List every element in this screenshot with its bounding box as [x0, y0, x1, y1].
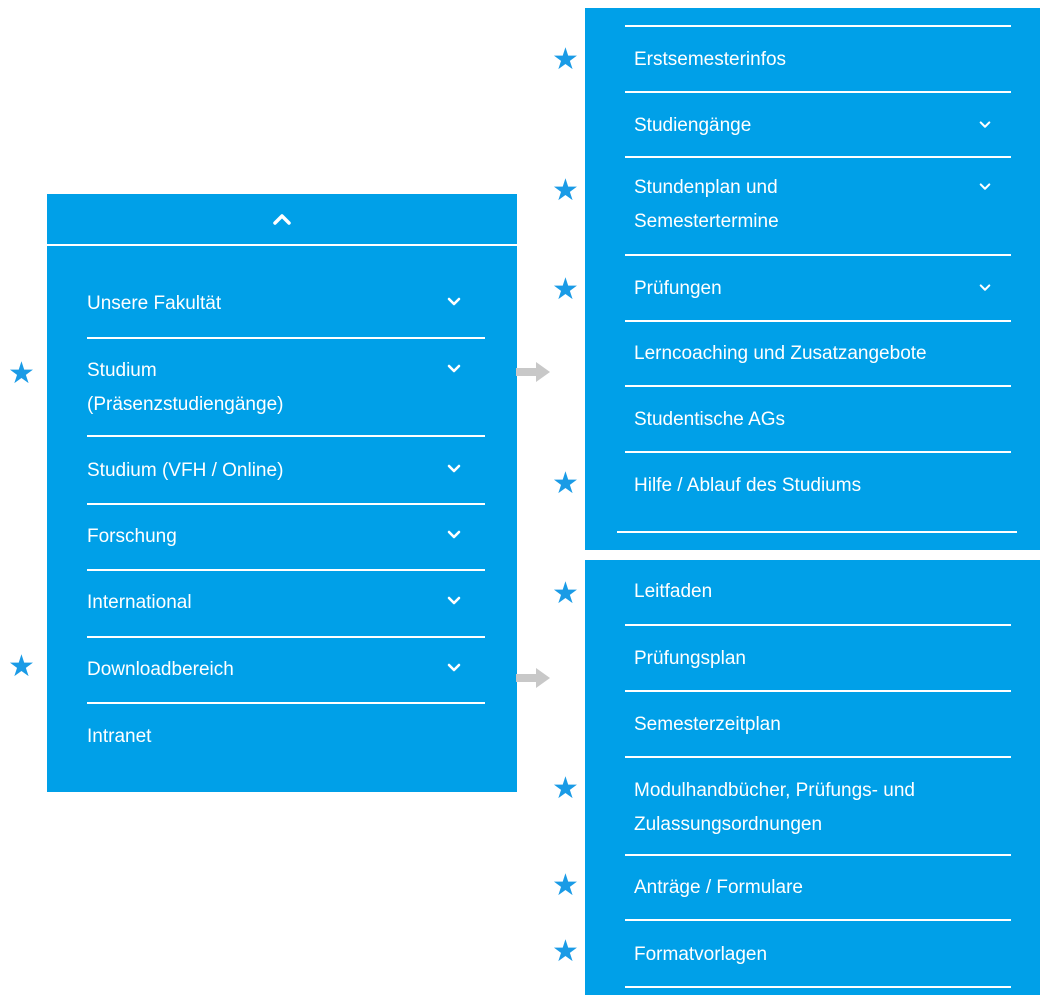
- studium-submenu-panel: Erstsemesterinfos Studiengänge Stundenpl…: [585, 8, 1040, 550]
- menu-item-label: Intranet: [87, 726, 152, 747]
- menu-item-unsere-fakultaet[interactable]: Unsere Fakultät: [87, 287, 487, 321]
- menu-item-label: Studium: [87, 360, 157, 381]
- submenu-item-label: Formatvorlagen: [634, 944, 768, 965]
- star-icon: ★: [552, 173, 579, 208]
- menu-divider: [617, 531, 1017, 533]
- submenu-item-label-line2: Zulassungsordnungen: [634, 814, 823, 835]
- star-icon: ★: [8, 356, 35, 391]
- submenu-item-formatvorlagen[interactable]: Formatvorlagen: [634, 938, 1004, 972]
- chevron-down-icon[interactable]: [447, 462, 461, 476]
- submenu-item-stundenplan[interactable]: Stundenplan und Semestertermine: [634, 171, 1004, 239]
- menu-item-international[interactable]: International: [87, 586, 487, 620]
- menu-divider: [625, 385, 1011, 387]
- submenu-item-pruefungsplan[interactable]: Prüfungsplan: [634, 642, 1004, 676]
- download-submenu-panel: Leitfaden Prüfungsplan Semesterzeitplan …: [585, 560, 1040, 995]
- menu-divider: [87, 435, 485, 437]
- submenu-item-label: Modulhandbücher, Prüfungs- und: [634, 780, 915, 801]
- menu-item-downloadbereich[interactable]: Downloadbereich: [87, 653, 487, 687]
- chevron-up-icon: [273, 214, 291, 225]
- menu-divider: [87, 702, 485, 704]
- submenu-item-erstsemesterinfos[interactable]: Erstsemesterinfos: [634, 43, 1004, 77]
- star-icon: ★: [552, 868, 579, 903]
- submenu-item-label: Prüfungen: [634, 278, 722, 299]
- menu-divider: [625, 986, 1011, 988]
- star-icon: ★: [552, 576, 579, 611]
- chevron-down-icon[interactable]: [979, 282, 991, 294]
- submenu-item-label: Semesterzeitplan: [634, 714, 781, 735]
- chevron-down-icon[interactable]: [447, 661, 461, 675]
- menu-divider: [87, 337, 485, 339]
- submenu-item-label: Leitfaden: [634, 581, 713, 602]
- submenu-item-label: Studentische AGs: [634, 409, 786, 430]
- menu-divider: [625, 756, 1011, 758]
- menu-divider: [625, 25, 1011, 27]
- submenu-item-label: Erstsemesterinfos: [634, 49, 787, 70]
- star-icon: ★: [552, 272, 579, 307]
- menu-divider: [625, 624, 1011, 626]
- menu-item-label: Forschung: [87, 526, 177, 547]
- submenu-item-pruefungen[interactable]: Prüfungen: [634, 272, 1004, 306]
- submenu-item-label-line2: Semestertermine: [634, 211, 779, 232]
- star-icon: ★: [552, 934, 579, 969]
- chevron-down-icon[interactable]: [447, 594, 461, 608]
- menu-item-studium-vfh-online[interactable]: Studium (VFH / Online): [87, 454, 487, 488]
- menu-item-label: International: [87, 592, 192, 613]
- submenu-item-label: Hilfe / Ablauf des Studiums: [634, 475, 862, 496]
- chevron-down-icon[interactable]: [979, 181, 991, 193]
- star-icon: ★: [8, 649, 35, 684]
- submenu-item-label: Studiengänge: [634, 115, 752, 136]
- menu-divider: [87, 636, 485, 638]
- menu-divider: [625, 451, 1011, 453]
- menu-divider: [625, 254, 1011, 256]
- menu-divider: [87, 503, 485, 505]
- menu-divider: [625, 690, 1011, 692]
- submenu-item-label: Prüfungsplan: [634, 648, 746, 669]
- submenu-item-hilfe-ablauf[interactable]: Hilfe / Ablauf des Studiums: [634, 469, 1004, 503]
- chevron-down-icon[interactable]: [979, 119, 991, 131]
- chevron-down-icon[interactable]: [447, 362, 461, 376]
- submenu-item-studentische-ags[interactable]: Studentische AGs: [634, 403, 1004, 437]
- menu-item-studium-praesenz[interactable]: Studium (Präsenzstudiengänge): [87, 354, 487, 422]
- star-icon: ★: [552, 466, 579, 501]
- menu-item-label: Studium (VFH / Online): [87, 460, 284, 481]
- submenu-item-studiengaenge[interactable]: Studiengänge: [634, 109, 1004, 143]
- arrow-right-icon: [516, 362, 550, 382]
- menu-divider: [87, 569, 485, 571]
- submenu-item-leitfaden[interactable]: Leitfaden: [634, 575, 1004, 609]
- menu-divider: [625, 854, 1011, 856]
- submenu-item-antraege-formulare[interactable]: Anträge / Formulare: [634, 871, 1004, 905]
- submenu-item-modulhandbuecher[interactable]: Modulhandbücher, Prüfungs- und Zulassung…: [634, 774, 1024, 842]
- submenu-item-label: Stundenplan und: [634, 177, 778, 198]
- star-icon: ★: [552, 771, 579, 806]
- main-menu-panel: Unsere Fakultät Studium (Präsenzstudieng…: [47, 194, 517, 792]
- submenu-item-label: Anträge / Formulare: [634, 877, 803, 898]
- menu-divider: [625, 91, 1011, 93]
- menu-divider: [625, 919, 1011, 921]
- menu-divider: [625, 156, 1011, 158]
- arrow-right-icon: [516, 668, 550, 688]
- menu-collapse-button[interactable]: [47, 194, 517, 246]
- menu-item-label-line2: (Präsenzstudiengänge): [87, 394, 284, 415]
- chevron-down-icon[interactable]: [447, 295, 461, 309]
- submenu-item-lerncoaching[interactable]: Lerncoaching und Zusatzangebote: [634, 337, 1034, 371]
- menu-item-label: Downloadbereich: [87, 659, 234, 680]
- star-icon: ★: [552, 42, 579, 77]
- menu-divider: [625, 320, 1011, 322]
- submenu-item-label: Lerncoaching und Zusatzangebote: [634, 343, 927, 364]
- menu-item-intranet[interactable]: Intranet: [87, 720, 487, 754]
- menu-item-forschung[interactable]: Forschung: [87, 520, 487, 554]
- chevron-down-icon[interactable]: [447, 528, 461, 542]
- submenu-item-semesterzeitplan[interactable]: Semesterzeitplan: [634, 708, 1004, 742]
- menu-item-label: Unsere Fakultät: [87, 293, 222, 314]
